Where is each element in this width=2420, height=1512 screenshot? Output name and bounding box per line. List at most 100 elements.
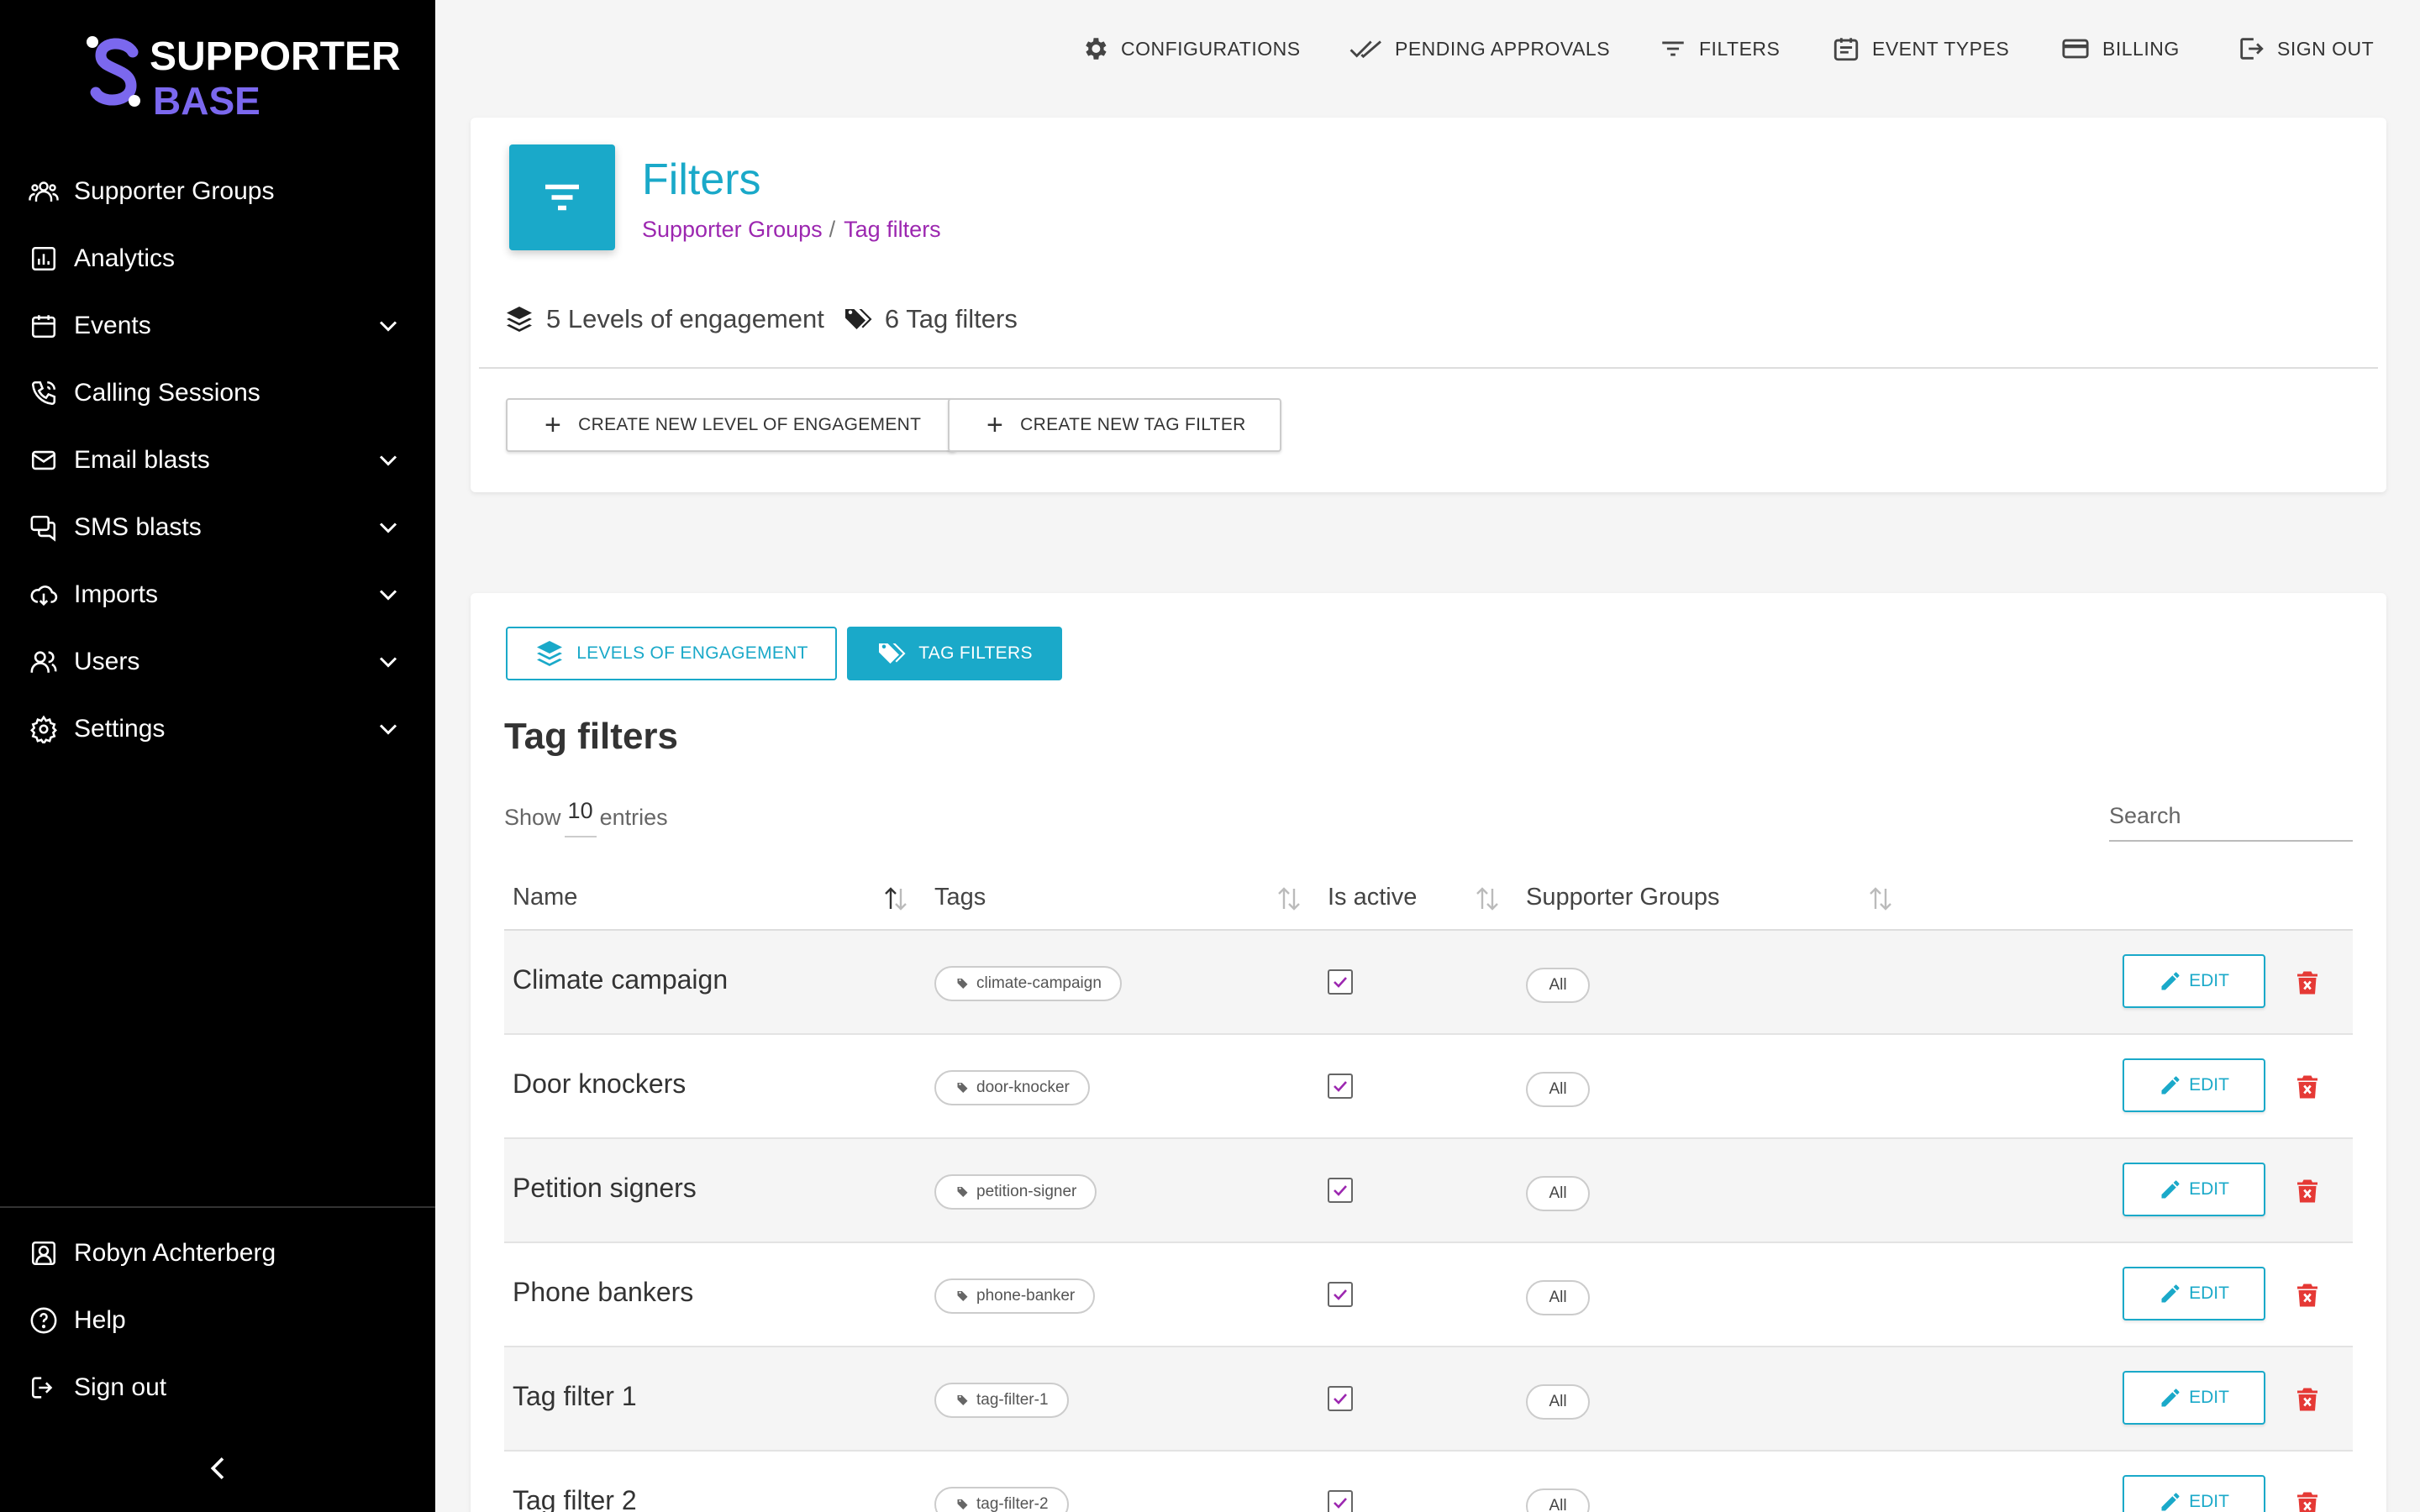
topnav-configurations[interactable]: CONFIGURATIONS	[1081, 32, 1301, 66]
column-header-tags[interactable]: Tags	[934, 884, 986, 911]
column-header-name[interactable]: Name	[513, 884, 577, 911]
levels-count: 5 Levels of engagement	[504, 304, 824, 334]
sidebar-item-label: Calling Sessions	[74, 379, 260, 407]
sidebar-item-sms-blasts[interactable]: SMS blasts	[0, 494, 435, 561]
tags-count: 6 Tag filters	[843, 304, 1018, 334]
section-title: Tag filters	[504, 716, 679, 757]
chevron-down-icon[interactable]	[373, 714, 403, 744]
is-active-checkbox[interactable]	[1328, 1178, 1353, 1203]
tab-levels-of-engagement[interactable]: LEVELS OF ENGAGEMENT	[506, 627, 837, 680]
sidebar-item-events[interactable]: Events	[0, 292, 435, 360]
chevron-down-icon[interactable]	[373, 311, 403, 341]
tag-chip: climate-campaign	[934, 966, 1122, 1001]
topnav-filters[interactable]: FILTERS	[1659, 32, 1780, 66]
show-suffix: entries	[599, 805, 668, 830]
tag-chip: door-knocker	[934, 1070, 1090, 1105]
tag-icon	[957, 1395, 968, 1405]
check-icon	[1334, 1498, 1347, 1509]
sidebar-item-users[interactable]: Users	[0, 628, 435, 696]
sidebar-divider	[0, 1206, 435, 1208]
table-row: Tag filter 1 tag-filter-1 All EDIT	[504, 1347, 2353, 1452]
brand-line2: BASE	[153, 79, 260, 123]
sidebar-item-profile[interactable]: Robyn Achterberg	[0, 1220, 435, 1287]
tag-chip-label: climate-campaign	[976, 974, 1102, 992]
show-prefix: Show	[504, 805, 561, 830]
topnav-sign-out[interactable]: SIGN OUT	[2237, 32, 2374, 66]
topnav-label: CONFIGURATIONS	[1121, 37, 1301, 60]
sidebar-item-label: Imports	[74, 580, 159, 608]
sidebar-item-supporter-groups[interactable]: Supporter Groups	[0, 158, 435, 225]
check-icon	[1334, 1081, 1347, 1092]
sidebar-item-analytics[interactable]: Analytics	[0, 225, 435, 292]
levels-count-text: 5 Levels of engagement	[546, 304, 824, 333]
delete-icon[interactable]	[2292, 966, 2323, 1000]
tab-tag-filters[interactable]: TAG FILTERS	[847, 627, 1062, 680]
delete-icon[interactable]	[2292, 1487, 2323, 1512]
create-tag-filter-button[interactable]: + CREATE NEW TAG FILTER	[948, 398, 1281, 452]
column-header-is-active[interactable]: Is active	[1328, 884, 1417, 911]
delete-icon[interactable]	[2292, 1174, 2323, 1208]
brand-logo[interactable]: SUPPORTER BASE	[84, 34, 401, 123]
check-icon	[1334, 1185, 1347, 1196]
sidebar-item-label: Email blasts	[74, 446, 210, 474]
sort-icon[interactable]	[1274, 882, 1304, 916]
pencil-icon	[2161, 1180, 2180, 1199]
top-navigation: CONFIGURATIONS PENDING APPROVALS FILTERS…	[435, 0, 2420, 99]
chevron-down-icon[interactable]	[373, 445, 403, 475]
table-row: Climate campaign climate-campaign All ED…	[504, 931, 2353, 1035]
tag-chip-label: tag-filter-1	[976, 1391, 1049, 1409]
sort-asc-icon[interactable]	[881, 882, 911, 916]
table-header: Name Tags Is active Supporter Groups	[504, 870, 2353, 931]
chevron-down-icon[interactable]	[373, 512, 403, 543]
sidebar-item-help[interactable]: Help	[0, 1287, 435, 1354]
is-active-checkbox[interactable]	[1328, 1074, 1353, 1099]
search-input[interactable]	[2109, 791, 2353, 842]
sidebar: SUPPORTER BASE Supporter Groups Analytic…	[0, 0, 435, 1512]
delete-icon[interactable]	[2292, 1070, 2323, 1104]
collapse-sidebar-icon[interactable]	[202, 1452, 235, 1485]
is-active-checkbox[interactable]	[1328, 969, 1353, 995]
breadcrumb-tag-filters[interactable]: Tag filters	[844, 217, 941, 242]
table-row: Door knockers door-knocker All EDIT	[504, 1035, 2353, 1139]
sort-icon[interactable]	[1865, 882, 1896, 916]
create-level-label: CREATE NEW LEVEL OF ENGAGEMENT	[578, 415, 922, 434]
topnav-pending-approvals[interactable]: PENDING APPROVALS	[1349, 32, 1610, 66]
topnav-event-types[interactable]: EVENT TYPES	[1832, 32, 2009, 66]
column-header-supporter-groups[interactable]: Supporter Groups	[1526, 884, 1720, 911]
sidebar-item-settings[interactable]: Settings	[0, 696, 435, 763]
is-active-checkbox[interactable]	[1328, 1490, 1353, 1512]
edit-button[interactable]: EDIT	[2123, 1371, 2265, 1425]
chat-icon	[27, 511, 60, 544]
edit-button[interactable]: EDIT	[2123, 1475, 2265, 1512]
tag-icon	[957, 979, 968, 989]
sort-icon[interactable]	[1472, 882, 1502, 916]
delete-icon[interactable]	[2292, 1278, 2323, 1312]
tag-chip: tag-filter-1	[934, 1383, 1069, 1418]
edit-button[interactable]: EDIT	[2123, 954, 2265, 1008]
topnav-label: BILLING	[2102, 37, 2180, 60]
sidebar-item-email-blasts[interactable]: Email blasts	[0, 427, 435, 494]
sidebar-item-sign-out[interactable]: Sign out	[0, 1354, 435, 1421]
chevron-down-icon[interactable]	[373, 580, 403, 610]
sidebar-item-imports[interactable]: Imports	[0, 561, 435, 628]
supporter-groups-chip: All	[1526, 1176, 1590, 1211]
sidebar-item-label: SMS blasts	[74, 513, 202, 541]
tag-chip: tag-filter-2	[934, 1487, 1069, 1512]
edit-button[interactable]: EDIT	[2123, 1058, 2265, 1112]
entries-select[interactable]: 10	[564, 798, 597, 837]
header-divider	[479, 367, 2378, 369]
chevron-down-icon[interactable]	[373, 647, 403, 677]
create-level-button[interactable]: + CREATE NEW LEVEL OF ENGAGEMENT	[506, 398, 957, 452]
is-active-checkbox[interactable]	[1328, 1282, 1353, 1307]
edit-button[interactable]: EDIT	[2123, 1267, 2265, 1320]
brand-name: SUPPORTER BASE	[150, 35, 401, 123]
delete-icon[interactable]	[2292, 1383, 2323, 1416]
breadcrumb-supporter-groups[interactable]: Supporter Groups	[642, 217, 823, 242]
edit-label: EDIT	[2189, 1284, 2229, 1303]
is-active-checkbox[interactable]	[1328, 1386, 1353, 1411]
edit-button[interactable]: EDIT	[2123, 1163, 2265, 1216]
topnav-billing[interactable]: BILLING	[2060, 32, 2180, 66]
account-box-icon	[27, 1236, 60, 1270]
sidebar-item-calling-sessions[interactable]: Calling Sessions	[0, 360, 435, 427]
filter-name: Door knockers	[513, 1068, 687, 1099]
